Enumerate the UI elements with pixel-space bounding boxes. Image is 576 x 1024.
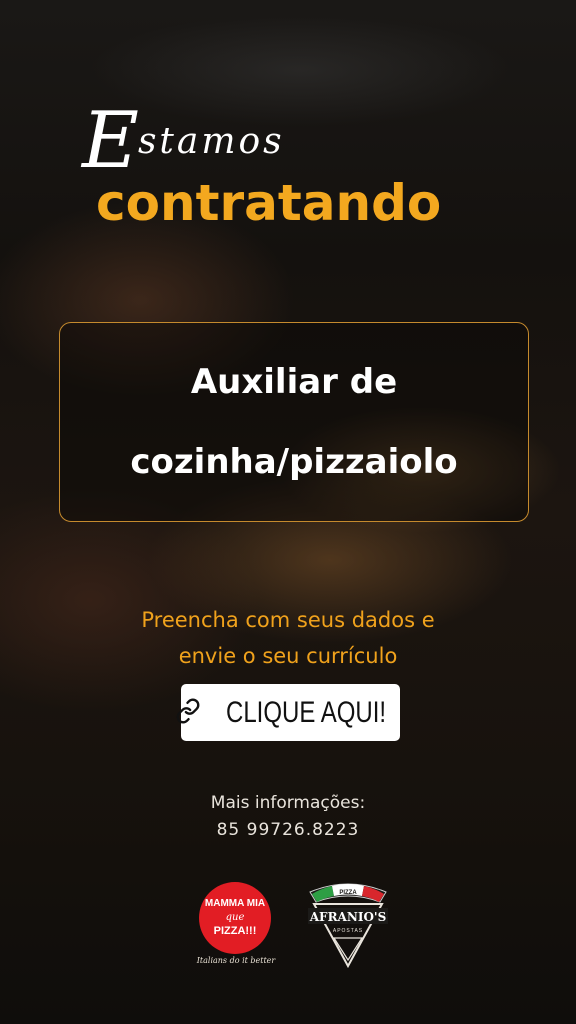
- job-title: Auxiliar de cozinha/pizzaiolo: [130, 362, 458, 482]
- contact-phone: 85 99726.8223: [216, 820, 360, 840]
- hero-script-initial: E: [82, 96, 142, 186]
- mamma-mia-line1: MAMMA MIA: [205, 898, 265, 909]
- mamma-mia-line2: que: [226, 912, 245, 923]
- link-icon: [175, 698, 201, 727]
- mamma-mia-logo: MAMMA MIA que PIZZA!!!: [199, 882, 271, 954]
- hero-script-text: Estamos: [82, 102, 285, 180]
- contact-label: Mais informações:: [210, 793, 366, 813]
- apply-link-button[interactable]: CLIQUE AQUI!: [176, 684, 400, 741]
- apply-button-label: CLIQUE AQUI!: [225, 695, 387, 729]
- afranios-bottom-text: APOSTAS: [333, 928, 363, 934]
- hero-main-text: contratando: [96, 174, 442, 232]
- mamma-mia-line3: PIZZA!!!: [214, 925, 257, 937]
- story-background: Estamos contratando Auxiliar de cozinha/…: [0, 0, 576, 1024]
- hero-heading: Estamos contratando: [0, 100, 576, 240]
- contact-info: Mais informações: 85 99726.8223: [0, 790, 576, 844]
- job-title-box: Auxiliar de cozinha/pizzaiolo: [59, 322, 529, 522]
- afranios-top-text: PIZZA: [339, 890, 357, 896]
- afranios-name: AFRANIO'S: [309, 910, 387, 924]
- afranios-logo: PIZZA AFRANIO'S APOSTAS: [308, 883, 388, 969]
- cta-instructions: Preencha com seus dados e envie o seu cu…: [141, 608, 435, 668]
- hero-script-rest: stamos: [137, 121, 285, 162]
- mamma-mia-tagline: Italians do it better: [196, 956, 276, 965]
